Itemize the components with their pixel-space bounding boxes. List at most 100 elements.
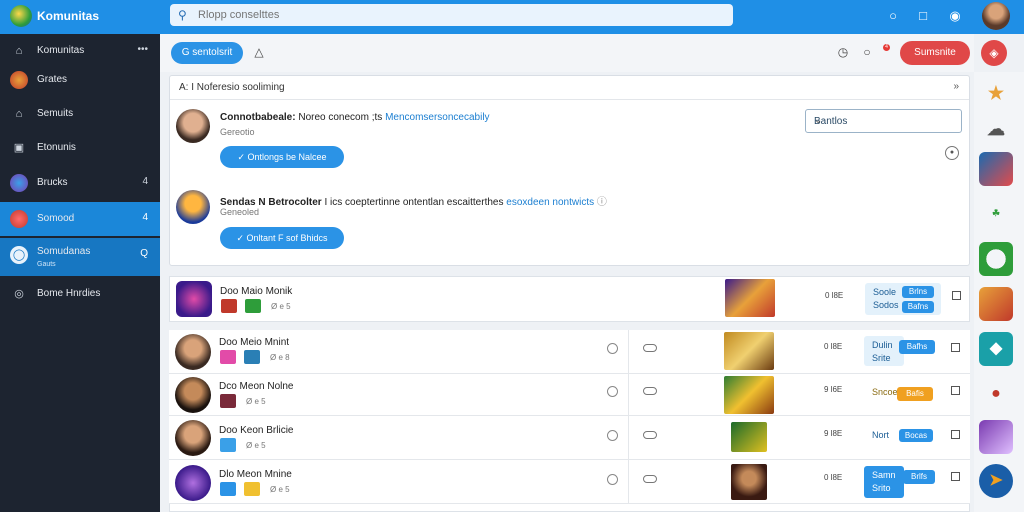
toggle-switch[interactable] (643, 387, 657, 395)
sidebar-item-semuits[interactable]: ⌂ Semuits (0, 97, 160, 131)
tag: Dulin Srite (864, 336, 904, 366)
bell-icon[interactable]: △ (251, 44, 267, 60)
filter-select[interactable]: Bantlos ⌄ (805, 109, 962, 133)
app-logo-icon[interactable] (10, 5, 32, 27)
row-checkbox[interactable] (952, 291, 961, 300)
game-icon (220, 482, 236, 496)
more-icon[interactable]: ••• (137, 44, 148, 55)
divider (628, 374, 629, 416)
radio-button[interactable] (607, 430, 618, 441)
game-app-icon[interactable]: ◆ (979, 332, 1013, 366)
avatar (175, 377, 211, 413)
search-bar[interactable]: ⚲ (170, 4, 733, 26)
game-icon (220, 350, 236, 364)
sidebar-item-somood[interactable]: Somood 4 (0, 202, 160, 236)
game-thumbnail[interactable] (731, 464, 767, 500)
sidebar-item-brucks[interactable]: Brucks 4 (0, 166, 160, 200)
apps-icon[interactable]: □ (914, 7, 932, 25)
game-icon (245, 299, 261, 313)
request-link[interactable]: esoxdeen nontwicts (506, 197, 594, 208)
user-avatar[interactable] (982, 2, 1010, 30)
game-icon (220, 394, 236, 408)
game-icon (221, 299, 237, 313)
game-app-icon[interactable] (979, 152, 1013, 186)
globe-icon (10, 71, 28, 89)
chat-icon[interactable]: ○ (884, 7, 902, 25)
home-icon: ⌂ (15, 45, 23, 57)
clock-icon[interactable]: ◷ (835, 44, 851, 60)
app-title: Komunitas (37, 9, 100, 23)
request-text: Sendas N Betrocolter I ics coeptertinne … (220, 197, 607, 208)
settings-icon[interactable]: ● (945, 146, 959, 160)
toggle-switch[interactable] (643, 475, 657, 483)
row-checkbox[interactable] (951, 386, 960, 395)
game-icon (244, 482, 260, 496)
game-thumbnail[interactable] (724, 332, 774, 370)
divider (628, 330, 629, 374)
tag: Sncoe (872, 387, 898, 397)
game-app-icon[interactable] (979, 287, 1013, 321)
request-accept-button[interactable]: ✓ Onltant F sof Bhidcs (220, 227, 344, 249)
coin-icon[interactable]: ★ (979, 76, 1013, 110)
game-app-icon[interactable]: ● (979, 377, 1013, 411)
table-row[interactable]: Doo Keon Brlicie Ø e 5 9 l8E Nort Bocas (169, 416, 970, 460)
game-thumbnail[interactable] (725, 279, 775, 317)
avatar[interactable] (176, 190, 210, 224)
home-outline-icon: ⌂ (15, 108, 23, 120)
game-app-icon[interactable] (979, 242, 1013, 276)
game-icon (10, 210, 28, 228)
tag: Nort (872, 430, 890, 440)
sidebar-item-somudanas[interactable]: ◯ Somudanas Gauts Q (0, 238, 160, 276)
game-app-icon[interactable]: ☘ (979, 196, 1013, 230)
radio-button[interactable] (607, 474, 618, 485)
row-checkbox[interactable] (951, 472, 960, 481)
game-app-icon[interactable] (979, 420, 1013, 454)
row-checkbox[interactable] (951, 430, 960, 439)
toggle-switch[interactable] (643, 344, 657, 352)
tag: Samn Srito (864, 466, 904, 498)
notification-icon[interactable]: ◉ (946, 7, 964, 25)
radio-button[interactable] (607, 386, 618, 397)
sidebar-item-grates[interactable]: Grates (0, 63, 160, 97)
radio-button[interactable] (607, 343, 618, 354)
cloud-icon[interactable]: ☁ (979, 112, 1013, 146)
table-row[interactable]: Doo Meio Mnint Ø e 8 0 l8E Dulin Srite B… (169, 330, 970, 374)
table-row[interactable]: Dlo Meon Mnine Ø e 5 0 l8E Samn Srito Br… (169, 460, 970, 504)
profile-action-icon[interactable]: ◈ (981, 40, 1007, 66)
avatar[interactable] (176, 109, 210, 143)
request-accept-button[interactable]: ✓ Ontlongs be Nalcee (220, 146, 344, 168)
game-icon (220, 438, 236, 452)
status-badge: Brlns (902, 286, 934, 298)
request-link[interactable]: Mencomsersoncecabily (385, 112, 490, 123)
sidebar-item-etonunis[interactable]: ▣ Etonunis (0, 131, 160, 165)
game-thumbnail[interactable] (724, 376, 774, 414)
action-button[interactable]: Sumsnite (900, 41, 970, 65)
message-icon[interactable]: ○ (859, 44, 875, 60)
search-input[interactable] (198, 7, 698, 23)
avatar (175, 334, 211, 370)
avatar (175, 420, 211, 456)
collapse-icon[interactable]: » (953, 81, 959, 92)
world-icon: ◯ (10, 246, 28, 264)
panel-header: A: I Noferesio sooliming » (170, 76, 969, 100)
sidebar-item-bome-hnrdies[interactable]: ◎ Bome Hnrdies (0, 277, 160, 311)
status-badge: Bafns (902, 301, 934, 313)
game-thumbnail[interactable] (731, 422, 767, 452)
divider (628, 460, 629, 504)
notification-badge: 4 (883, 44, 890, 51)
row-checkbox[interactable] (951, 343, 960, 352)
toolbar (160, 34, 974, 72)
toggle-switch[interactable] (643, 431, 657, 439)
status-badge: Bafis (897, 387, 933, 401)
requests-panel: A: I Noferesio sooliming » Connotbabeale… (169, 75, 970, 266)
table-row[interactable]: Dco Meon Nolne Ø e 5 9 l6E Sncoe Bafis (169, 374, 970, 416)
status-badge: Bafhs (899, 340, 935, 354)
info-icon: ⓘ (596, 197, 607, 208)
chevron-down-icon: ⌄ (814, 115, 823, 126)
status-badge: Brlfs (903, 470, 935, 484)
game-icon (244, 350, 260, 364)
primary-pill-button[interactable]: G sentolsrit (171, 42, 243, 64)
top-bar: Komunitas ⚲ ○ □ ◉ (0, 0, 1024, 34)
game-app-icon[interactable]: ➤ (979, 464, 1013, 498)
table-row[interactable]: Doo Maio Monik Ø e 5 0 l8E Soole Sodos B… (169, 276, 970, 322)
